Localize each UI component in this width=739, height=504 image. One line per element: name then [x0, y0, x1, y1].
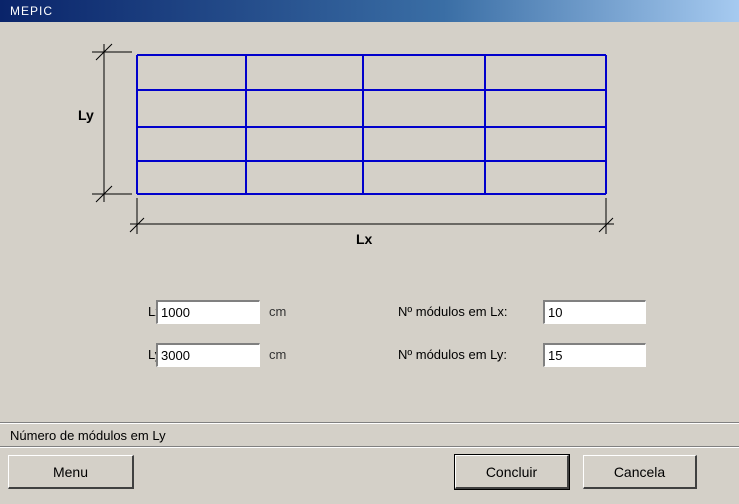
window-title: MEPIC [10, 4, 54, 18]
ly-unit-label: cm [269, 347, 287, 362]
cancela-button[interactable]: Cancela [583, 455, 697, 489]
ly-input[interactable] [156, 343, 260, 367]
ly-dimension [92, 43, 132, 203]
modules-ly-input[interactable] [543, 343, 646, 367]
module-grid [136, 54, 607, 195]
grid-diagram: Ly Lx [78, 43, 614, 247]
concluir-button[interactable]: Concluir [454, 454, 570, 490]
dialog-body: Ly Lx Lx: cm Ly: cm Nº módulos em Lx: Nº… [0, 22, 739, 504]
status-separator [0, 422, 739, 424]
lx-input[interactable] [156, 300, 260, 324]
ly-diagram-label: Ly [78, 107, 94, 123]
modules-lx-input[interactable] [543, 300, 646, 324]
title-bar: MEPIC [0, 0, 739, 22]
lx-dimension [129, 198, 614, 234]
modules-ly-label: Nº módulos em Ly: [398, 347, 508, 362]
menu-button[interactable]: Menu [8, 455, 134, 489]
lx-diagram-label: Lx [356, 231, 373, 247]
modules-lx-label: Nº módulos em Lx: [398, 304, 508, 319]
button-separator [0, 446, 739, 448]
lx-unit-label: cm [269, 304, 287, 319]
status-text: Número de módulos em Ly [10, 428, 166, 443]
